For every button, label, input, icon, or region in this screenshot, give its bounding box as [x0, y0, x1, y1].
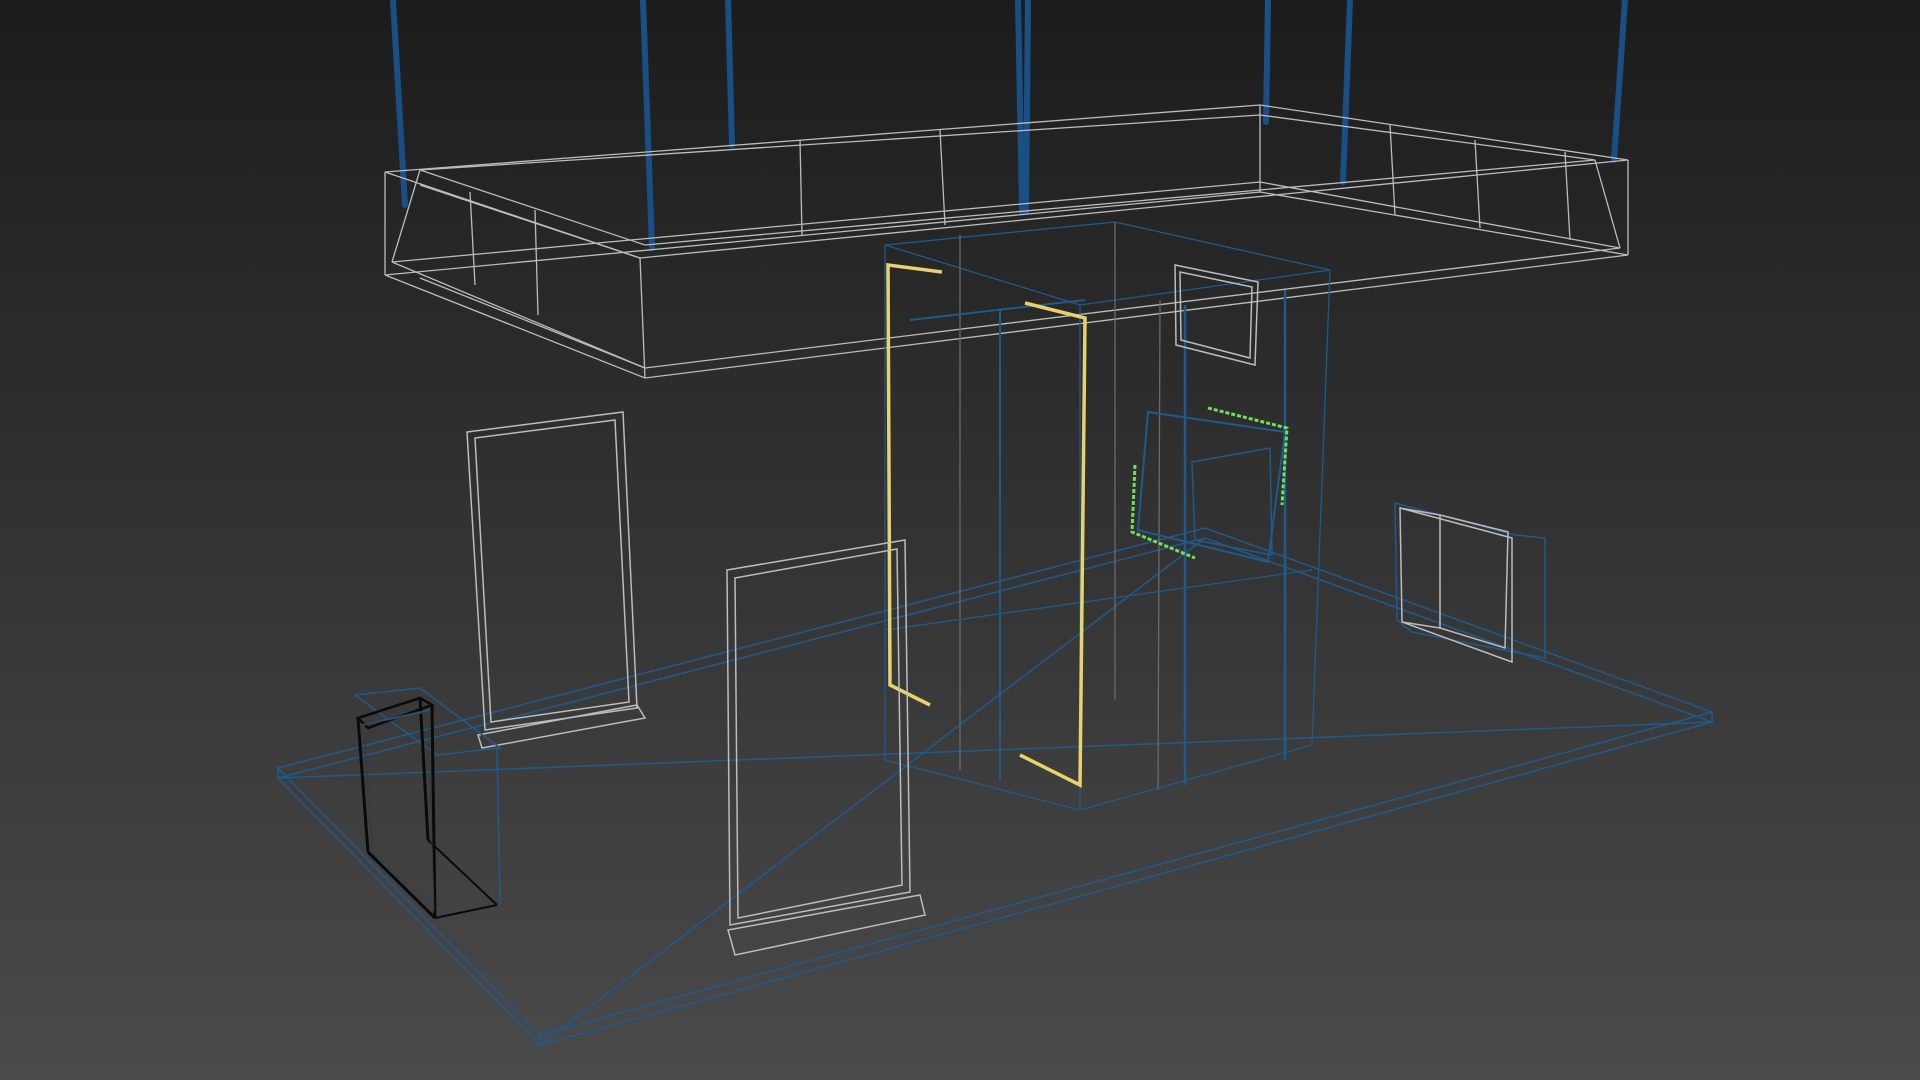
wireframe-scene [0, 0, 1920, 1080]
3d-viewport[interactable] [0, 0, 1920, 1080]
